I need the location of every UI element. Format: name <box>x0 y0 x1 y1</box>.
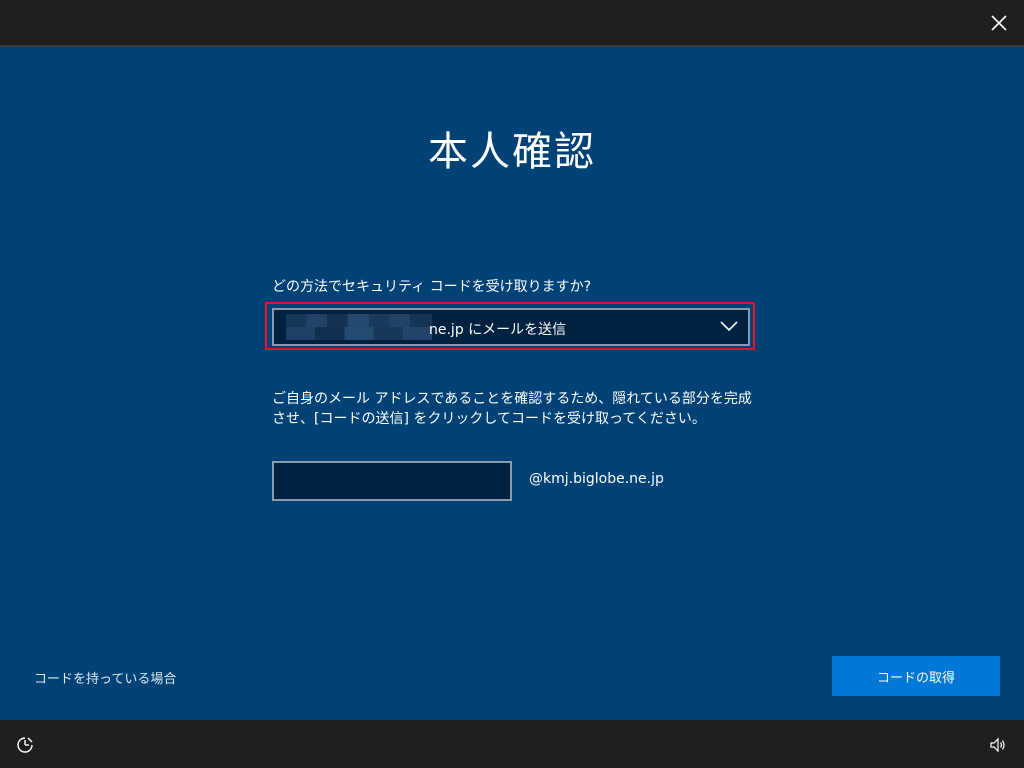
method-selected-value: ne.jp にメールを送信 <box>429 322 567 338</box>
page-title: 本人確認 <box>428 129 596 175</box>
redacted-email <box>286 314 432 340</box>
close-icon[interactable] <box>988 12 1010 34</box>
chevron-down-icon <box>720 321 738 332</box>
verify-identity-panel: 本人確認 どの方法でセキュリティ コードを受け取りますか? ne.jp にメール… <box>0 47 1024 720</box>
email-prefix-input[interactable] <box>272 461 512 501</box>
ease-of-access-icon[interactable] <box>16 736 34 754</box>
bottom-bar <box>0 720 1024 768</box>
have-code-link[interactable]: コードを持っている場合 <box>34 668 176 687</box>
email-domain-suffix: @kmj.biglobe.ne.jp <box>529 471 664 487</box>
instruction-text: ご自身のメール アドレスであることを確認するため、隠れている部分を完成させ、[コ… <box>272 391 752 427</box>
method-dropdown[interactable]: ne.jp にメールを送信 <box>272 308 750 346</box>
get-code-button[interactable]: コードの取得 <box>832 656 1000 696</box>
top-bar <box>0 0 1024 47</box>
method-question: どの方法でセキュリティ コードを受け取りますか? <box>272 279 592 295</box>
volume-icon[interactable] <box>990 737 1006 753</box>
